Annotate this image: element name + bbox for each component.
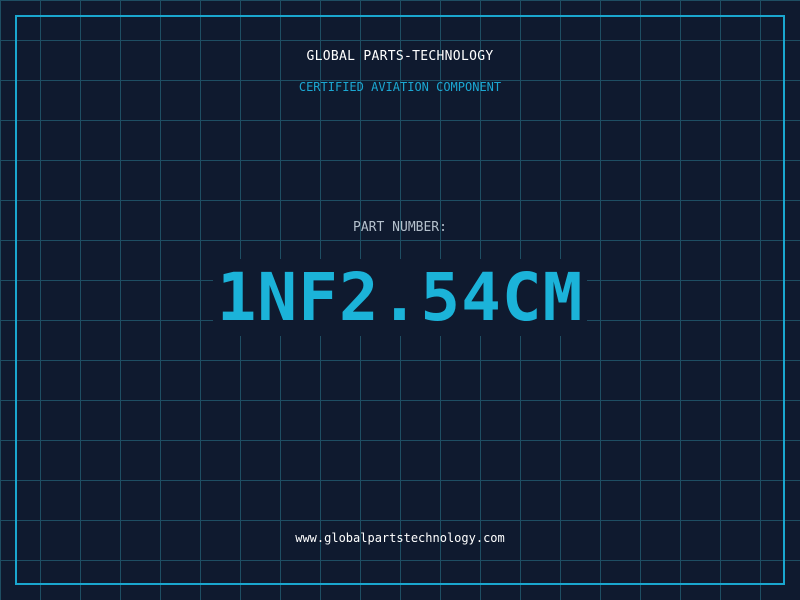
part-number-label: PART NUMBER:: [353, 220, 447, 235]
part-number-display: 1NF2.54CM: [0, 258, 800, 338]
part-number-value: 1NF2.54CM: [212, 259, 588, 336]
page: GLOBAL PARTS-TECHNOLOGY CERTIFIED AVIATI…: [0, 0, 800, 600]
website-url: www.globalpartstechnology.com: [295, 531, 505, 545]
certification-subtitle: CERTIFIED AVIATION COMPONENT: [298, 80, 502, 94]
company-name: GLOBAL PARTS-TECHNOLOGY: [306, 49, 494, 64]
